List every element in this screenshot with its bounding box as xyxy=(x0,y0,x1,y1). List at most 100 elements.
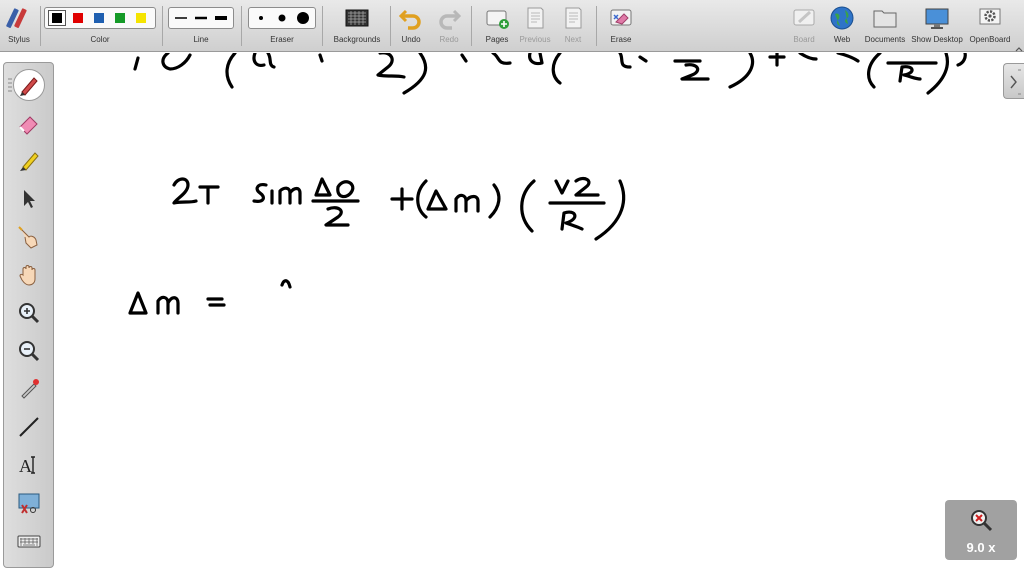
zoom-in-icon xyxy=(19,303,40,324)
board-label: Board xyxy=(793,35,815,44)
redo-label: Redo xyxy=(439,35,459,44)
text-tool[interactable]: A xyxy=(13,449,45,481)
hand-icon xyxy=(19,265,36,286)
toolbar-divider xyxy=(162,6,163,46)
toolbar-divider xyxy=(596,6,597,46)
main-toolbar: Stylus Color Line Eraser Backgrounds Und… xyxy=(0,0,1024,52)
backgrounds-icon xyxy=(345,9,369,27)
zoom-in-tool[interactable] xyxy=(13,297,45,329)
next-page-button[interactable]: Next xyxy=(556,0,590,50)
line-icon xyxy=(19,417,39,437)
line-thick-option[interactable] xyxy=(213,10,230,26)
previous-label: Previous xyxy=(519,35,551,44)
web-label: Web xyxy=(833,35,851,44)
whiteboard-canvas[interactable] xyxy=(0,53,1024,576)
eraser-size-options xyxy=(248,7,316,29)
zoom-out-tool[interactable] xyxy=(13,335,45,367)
toolbar-divider xyxy=(241,6,242,46)
web-button[interactable]: Web xyxy=(826,0,858,50)
marker-tool[interactable] xyxy=(13,145,45,177)
svg-text:A: A xyxy=(19,456,32,476)
stylus-label: Stylus xyxy=(8,35,30,44)
interact-tool[interactable] xyxy=(13,221,45,253)
eraser-small-option[interactable] xyxy=(252,10,270,26)
color-swatch-green[interactable] xyxy=(111,10,129,26)
line-thin-option[interactable] xyxy=(172,10,189,26)
undo-icon xyxy=(398,9,421,30)
stylus-icon xyxy=(6,8,27,29)
line-width-options xyxy=(168,7,234,29)
erase-label: Erase xyxy=(610,35,632,44)
previous-page-button[interactable]: Previous xyxy=(518,0,552,50)
pages-button[interactable]: Pages xyxy=(480,0,514,50)
line-medium-option[interactable] xyxy=(192,10,209,26)
collapse-toolbar-icon[interactable] xyxy=(1015,40,1023,52)
eraser-label: Eraser xyxy=(270,35,294,44)
ink-equation-top xyxy=(133,53,967,95)
redo-button[interactable]: Redo xyxy=(434,0,464,50)
text-icon: A xyxy=(19,456,35,476)
color-swatch-red[interactable] xyxy=(69,10,87,26)
line-tool[interactable] xyxy=(13,411,45,443)
eraser-medium-option[interactable] xyxy=(273,10,291,26)
documents-label: Documents xyxy=(864,35,906,44)
pen-tool[interactable] xyxy=(13,69,45,101)
color-swatch-yellow[interactable] xyxy=(132,10,150,26)
gear-icon xyxy=(979,8,1001,25)
zoom-out-icon xyxy=(19,341,40,362)
line-width-group: Line xyxy=(168,0,234,50)
zoom-level: 9.0 x xyxy=(966,540,996,555)
pages-label: Pages xyxy=(485,35,509,44)
erase-button[interactable]: Erase xyxy=(604,0,638,50)
highlighter-icon xyxy=(20,152,39,171)
color-group: Color xyxy=(44,0,156,50)
eraser-tool[interactable] xyxy=(13,107,45,139)
toolbar-divider xyxy=(322,6,323,46)
undo-label: Undo xyxy=(401,35,421,44)
hand-tool[interactable] xyxy=(13,259,45,291)
backgrounds-button[interactable]: Backgrounds xyxy=(330,0,384,50)
stylus-button[interactable]: Stylus xyxy=(2,0,36,50)
pages-panel-tab[interactable] xyxy=(1003,63,1024,99)
backgrounds-label: Backgrounds xyxy=(333,35,381,44)
eraser-large-option[interactable] xyxy=(294,10,312,26)
pen-icon xyxy=(20,77,38,96)
openboard-menu-button[interactable]: OpenBoard xyxy=(966,0,1014,50)
virtual-keyboard-tool[interactable] xyxy=(13,525,45,557)
ink-equation-delta-m xyxy=(128,279,292,315)
zoom-indicator[interactable]: 9.0 x xyxy=(945,500,1017,560)
folder-icon xyxy=(873,10,897,28)
selector-tool[interactable] xyxy=(13,183,45,215)
toolbar-divider xyxy=(390,6,391,46)
line-label: Line xyxy=(193,35,209,44)
color-label: Color xyxy=(90,35,110,44)
add-page-icon xyxy=(486,10,509,29)
show-desktop-label: Show Desktop xyxy=(911,35,963,44)
erase-icon xyxy=(610,9,632,26)
board-icon xyxy=(793,9,815,26)
grip-icon xyxy=(1010,69,1021,95)
color-swatch-black[interactable] xyxy=(48,10,66,26)
eraser-icon xyxy=(19,116,38,135)
show-desktop-button[interactable]: Show Desktop xyxy=(910,0,964,50)
color-swatch-blue[interactable] xyxy=(90,10,108,26)
ink-equation-middle xyxy=(172,176,626,241)
capture-tool[interactable] xyxy=(13,487,45,519)
toolbar-divider xyxy=(471,6,472,46)
globe-icon xyxy=(830,6,854,30)
board-button[interactable]: Board xyxy=(788,0,820,50)
capture-icon xyxy=(18,493,40,514)
openboard-label: OpenBoard xyxy=(969,35,1011,44)
next-page-icon xyxy=(565,7,582,29)
documents-button[interactable]: Documents xyxy=(862,0,908,50)
undo-button[interactable]: Undo xyxy=(396,0,426,50)
eraser-size-group: Eraser xyxy=(248,0,316,50)
pointing-hand-icon xyxy=(18,226,38,249)
color-swatches xyxy=(44,7,156,29)
zoom-reset-icon xyxy=(971,510,993,532)
keyboard-icon xyxy=(17,535,41,548)
arrow-cursor-icon xyxy=(24,190,35,208)
laser-pointer-icon xyxy=(21,379,39,399)
previous-page-icon xyxy=(527,7,544,29)
laser-pointer-tool[interactable] xyxy=(13,373,45,405)
